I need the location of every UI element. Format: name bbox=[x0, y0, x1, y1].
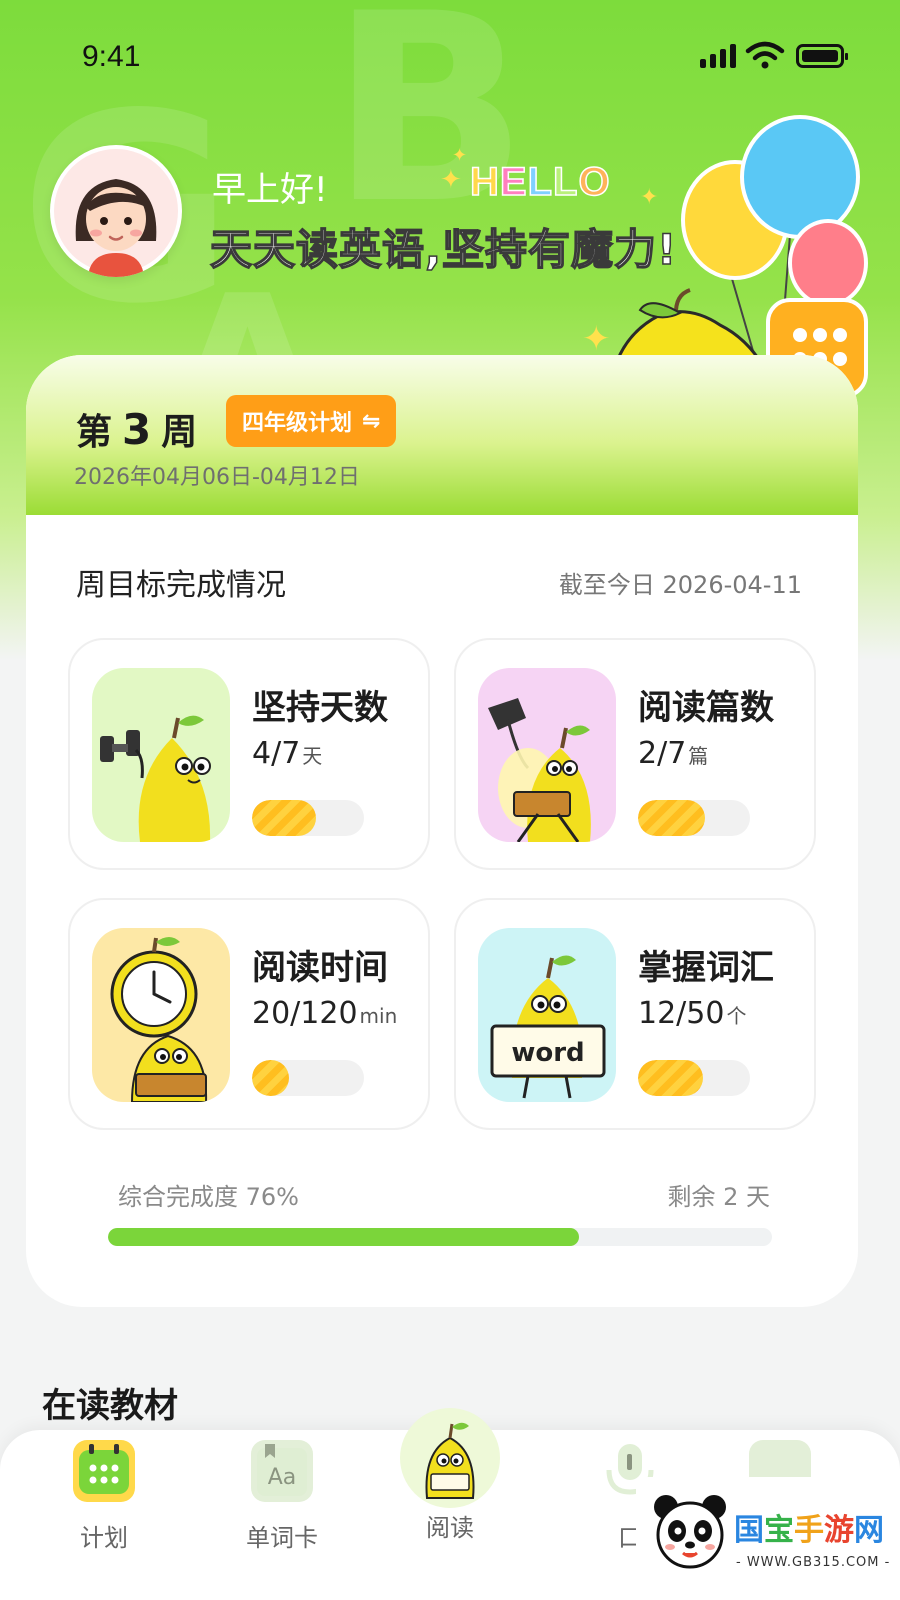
goal-illustration bbox=[92, 668, 230, 842]
overall-progress-bar bbox=[108, 1228, 772, 1246]
goal-name: 坚持天数 bbox=[252, 688, 388, 728]
tab-label: 阅读 bbox=[426, 1514, 474, 1542]
sparkle-icon: ✦ bbox=[452, 145, 468, 166]
goal-name: 掌握词汇 bbox=[638, 948, 774, 988]
pear-dumbbell-icon bbox=[92, 668, 230, 842]
girl-avatar-icon bbox=[54, 149, 178, 277]
week-title: 第3周 bbox=[76, 405, 198, 454]
goal-card-reading-time[interactable]: 阅读时间 20/120 min bbox=[68, 898, 430, 1130]
watermark-url: - WWW.GB315.COM - bbox=[736, 1555, 891, 1570]
goal-progress-bar bbox=[638, 1060, 750, 1096]
goal-progress-bar bbox=[252, 800, 364, 836]
tab-reading[interactable]: 阅读 bbox=[390, 1412, 510, 1543]
avatar[interactable] bbox=[50, 145, 182, 277]
watermark-text: 国宝手游网 bbox=[734, 1513, 884, 1548]
word-card-icon: Aa bbox=[251, 1440, 313, 1502]
goal-illustration bbox=[478, 668, 616, 842]
svg-text:Aa: Aa bbox=[268, 1465, 297, 1490]
plan-name: 四年级计划 bbox=[242, 411, 353, 436]
goal-progress-bar bbox=[252, 1060, 364, 1096]
goal-value: 2/7 篇 bbox=[638, 736, 709, 771]
goal-name: 阅读时间 bbox=[252, 948, 388, 988]
pear-reading-icon bbox=[405, 1412, 495, 1502]
goal-value: 4/7 天 bbox=[252, 736, 323, 771]
panda-logo-icon bbox=[654, 1495, 726, 1569]
goal-card-streak-days[interactable]: 坚持天数 4/7 天 bbox=[68, 638, 430, 870]
greeting-text: 早上好! bbox=[212, 170, 328, 210]
overall-completion-label: 综合完成度 76% bbox=[118, 1183, 299, 1211]
goal-card-vocabulary[interactable]: word 掌握词汇 12/50 个 bbox=[454, 898, 816, 1130]
weekly-plan-card: 第3周 四年级计划 ⇋ 2026年04月06日-04月12日 周目标完成情况 截… bbox=[26, 355, 858, 1307]
goal-illustration bbox=[92, 928, 230, 1102]
pear-word-sign-icon: word bbox=[478, 928, 616, 1102]
wifi-icon bbox=[745, 41, 785, 69]
battery-icon bbox=[796, 44, 848, 68]
tab-plan[interactable]: 计划 bbox=[44, 1440, 164, 1553]
goal-value: 12/50 个 bbox=[638, 996, 747, 1031]
svg-text:word: word bbox=[511, 1038, 584, 1068]
goal-value: 20/120 min bbox=[252, 996, 398, 1031]
pear-clock-icon bbox=[92, 928, 230, 1102]
current-textbook-title: 在读教材 bbox=[42, 1386, 178, 1426]
svg-text:✦: ✦ bbox=[582, 319, 611, 359]
goal-progress-bar bbox=[638, 800, 750, 836]
goals-section-title: 周目标完成情况 bbox=[76, 568, 286, 603]
status-bar: 9:41 bbox=[0, 0, 900, 110]
remaining-days: 剩余 2 天 bbox=[667, 1183, 770, 1211]
tab-label: 单词卡 bbox=[246, 1524, 318, 1552]
sparkle-icon: ✦ bbox=[440, 165, 462, 195]
goal-illustration: word bbox=[478, 928, 616, 1102]
plan-switch-button[interactable]: 四年级计划 ⇋ bbox=[226, 395, 397, 447]
calendar-icon bbox=[73, 1440, 135, 1502]
week-date-range: 2026年04月06日-04月12日 bbox=[74, 465, 360, 490]
signal-icon bbox=[700, 44, 736, 68]
as-of-date: 截至今日 2026-04-11 bbox=[558, 571, 802, 599]
goal-card-articles-read[interactable]: 阅读篇数 2/7 篇 bbox=[454, 638, 816, 870]
tab-label: 计划 bbox=[80, 1524, 128, 1552]
switch-icon: ⇋ bbox=[362, 408, 381, 434]
tab-word-cards[interactable]: Aa 单词卡 bbox=[222, 1440, 342, 1553]
goal-name: 阅读篇数 bbox=[638, 688, 774, 728]
pear-reading-lamp-icon bbox=[478, 668, 616, 842]
status-time: 9:41 bbox=[82, 40, 141, 73]
site-watermark: 国宝手游网 - WWW.GB315.COM - bbox=[636, 1477, 900, 1600]
